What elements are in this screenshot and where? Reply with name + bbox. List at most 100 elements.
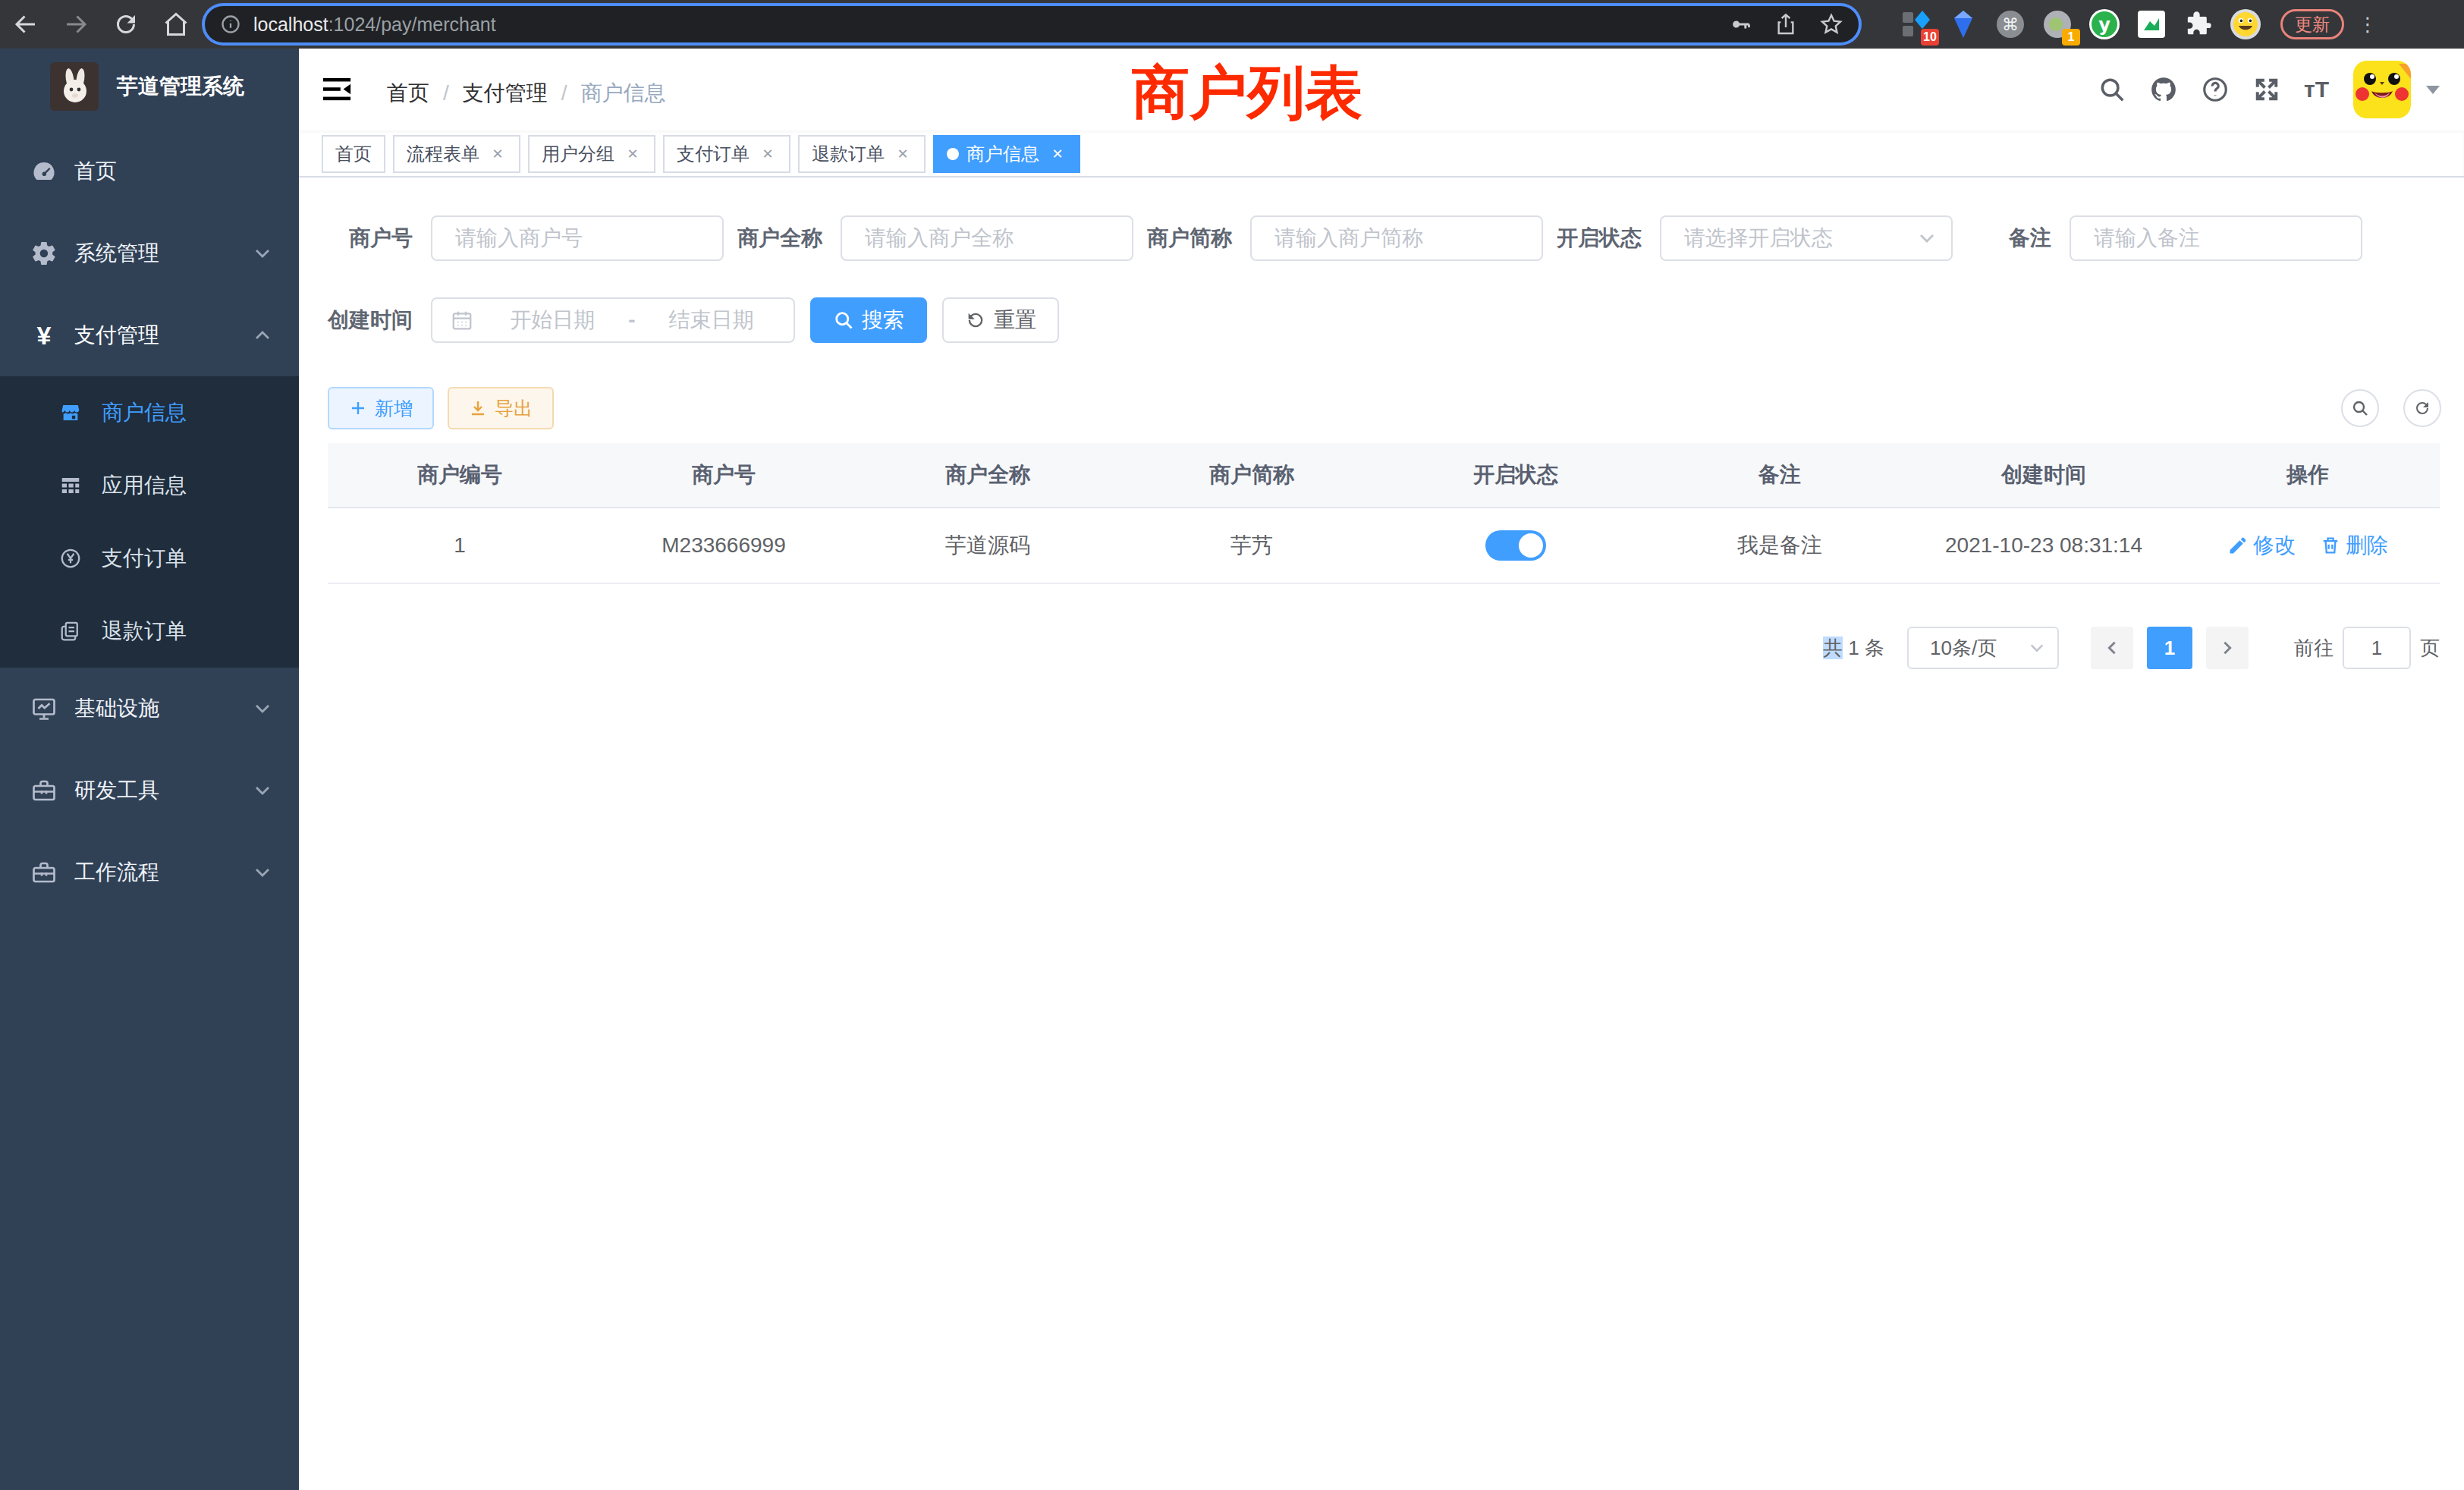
tab-process-form[interactable]: 流程表单✕ — [393, 135, 520, 173]
tab-refund-order[interactable]: 退款订单✕ — [798, 135, 926, 173]
forward-icon[interactable] — [62, 11, 90, 38]
extension-emoji-icon[interactable] — [2229, 8, 2262, 41]
monitor-icon — [30, 695, 58, 722]
reload-icon[interactable] — [112, 11, 140, 38]
sidebar-item-system[interactable]: 系统管理 — [0, 212, 299, 294]
toolbar: 新增 导出 — [328, 387, 2441, 429]
status-select[interactable]: 请选择开启状态 — [1660, 215, 1953, 261]
tab-user-group[interactable]: 用户分组✕ — [528, 135, 655, 173]
user-avatar[interactable] — [2353, 61, 2411, 118]
date-range-picker[interactable]: 开始日期 - 结束日期 — [431, 297, 795, 343]
header-search-icon[interactable] — [2098, 75, 2126, 104]
sidebar-collapse-icon[interactable] — [323, 76, 352, 103]
merchant-fullname-input[interactable] — [841, 215, 1133, 261]
sidebar-item-label: 工作流程 — [74, 858, 159, 887]
export-button[interactable]: 导出 — [448, 387, 554, 429]
close-icon[interactable]: ✕ — [1048, 145, 1067, 163]
tab-merchant-info[interactable]: 商户信息✕ — [933, 135, 1080, 173]
delete-link[interactable]: 删除 — [2320, 531, 2388, 560]
extension-badge: 10 — [1921, 29, 1939, 46]
fullscreen-icon[interactable] — [2252, 75, 2281, 104]
sidebar-item-payment[interactable]: ¥ 支付管理 — [0, 294, 299, 376]
filter-label: 商户号 — [328, 224, 431, 253]
merchant-shortname-input[interactable] — [1250, 215, 1543, 261]
filter-label: 创建时间 — [328, 306, 431, 335]
back-icon[interactable] — [12, 11, 39, 38]
refresh-icon — [965, 310, 986, 331]
share-icon[interactable] — [1774, 12, 1798, 36]
info-icon[interactable] — [220, 14, 241, 35]
chevron-down-icon — [2029, 640, 2045, 656]
sidebar-item-workflow[interactable]: 工作流程 — [0, 831, 299, 913]
cell-merchant-no: M233666999 — [592, 508, 856, 583]
close-icon[interactable]: ✕ — [624, 145, 642, 163]
extension-tampermonkey-icon[interactable]: 10 — [1900, 8, 1933, 41]
caret-down-icon[interactable] — [2426, 86, 2440, 94]
sidebar-item-home[interactable]: 首页 — [0, 130, 299, 212]
extension-green-doc-icon[interactable] — [2135, 8, 2168, 41]
cell-create-time: 2021-10-23 08:31:14 — [1912, 508, 2176, 583]
toolbox-icon — [30, 777, 58, 804]
sidebar-item-refund-order[interactable]: 退款订单 — [0, 595, 299, 668]
browser-menu-icon[interactable]: ⋮ — [2358, 11, 2378, 38]
sidebar-logo[interactable]: 芋道管理系统 — [0, 49, 299, 124]
chevron-down-icon — [253, 781, 272, 800]
filter-label: 商户全称 — [737, 224, 841, 253]
password-key-icon[interactable] — [1728, 12, 1752, 36]
sidebar-item-merchant-info[interactable]: 商户信息 — [0, 376, 299, 449]
extension-command-icon[interactable]: ⌘ — [1994, 8, 2027, 41]
update-button[interactable]: 更新 — [2280, 9, 2344, 39]
sidebar-item-pay-order[interactable]: 支付订单 — [0, 522, 299, 595]
sidebar-item-app-info[interactable]: 应用信息 — [0, 449, 299, 522]
tab-pay-order[interactable]: 支付订单✕ — [663, 135, 790, 173]
status-toggle[interactable] — [1485, 530, 1546, 561]
page-size-select[interactable]: 10条/页 — [1907, 627, 2059, 669]
font-size-icon[interactable]: тT — [2304, 77, 2329, 102]
extensions-puzzle-icon[interactable] — [2182, 8, 2215, 41]
sidebar-submenu: 商户信息 应用信息 支付订单 退款订单 — [0, 376, 299, 668]
sidebar-item-label: 研发工具 — [74, 776, 159, 805]
search-button[interactable]: 搜索 — [810, 297, 927, 343]
refresh-table-button[interactable] — [2403, 389, 2441, 427]
close-icon[interactable]: ✕ — [489, 145, 507, 163]
extension-y-icon[interactable]: y — [2088, 8, 2121, 41]
reset-button[interactable]: 重置 — [942, 297, 1059, 343]
help-icon[interactable] — [2201, 75, 2230, 104]
home-icon[interactable] — [162, 11, 190, 38]
document-icon — [59, 620, 82, 643]
extension-gray-circle-icon[interactable]: 1 — [2041, 8, 2074, 41]
cell-id: 1 — [328, 508, 592, 583]
bookmark-star-icon[interactable] — [1819, 12, 1843, 36]
breadcrumb-home[interactable]: 首页 — [387, 79, 429, 108]
edit-link[interactable]: 修改 — [2227, 531, 2296, 560]
sidebar-item-label: 首页 — [74, 157, 117, 186]
chevron-down-icon — [1918, 229, 1936, 247]
chevron-down-icon — [253, 863, 272, 882]
prev-page-button[interactable] — [2091, 627, 2133, 669]
main-content: 商户号 商户全称 商户简称 开启状态 请选择开启状态 备注 — [299, 178, 2464, 1490]
filter-row-1: 商户号 商户全称 商户简称 开启状态 请选择开启状态 备注 — [328, 215, 2441, 261]
cell-remark: 我是备注 — [1648, 508, 1912, 583]
close-icon[interactable]: ✕ — [894, 145, 912, 163]
close-icon[interactable]: ✕ — [759, 145, 777, 163]
page-number-1[interactable]: 1 — [2147, 627, 2192, 669]
filter-label: 开启状态 — [1557, 224, 1660, 253]
url-host: localhost — [253, 14, 328, 36]
add-button[interactable]: 新增 — [328, 387, 434, 429]
edit-icon — [2227, 535, 2249, 556]
breadcrumb-payment[interactable]: 支付管理 — [463, 79, 548, 108]
sidebar-item-infrastructure[interactable]: 基础设施 — [0, 668, 299, 750]
address-bar[interactable]: localhost:1024/pay/merchant — [205, 6, 1859, 42]
dashboard-icon — [30, 158, 58, 185]
show-search-toggle-button[interactable] — [2341, 389, 2379, 427]
merchant-no-input[interactable] — [431, 215, 724, 261]
plus-icon — [349, 399, 367, 417]
goto-page-input[interactable] — [2343, 627, 2411, 669]
tab-home[interactable]: 首页 — [322, 135, 385, 173]
github-icon[interactable] — [2149, 75, 2178, 104]
extension-gem-icon[interactable] — [1947, 8, 1980, 41]
next-page-button[interactable] — [2206, 627, 2249, 669]
remark-input[interactable] — [2070, 215, 2362, 261]
sidebar-item-dev-tools[interactable]: 研发工具 — [0, 750, 299, 831]
cell-full-name: 芋道源码 — [856, 508, 1120, 583]
